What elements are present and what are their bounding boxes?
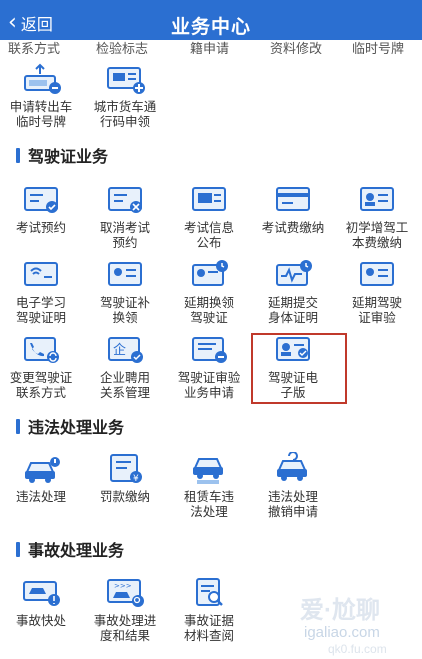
tile-label: 变更驾驶证 联系方式 <box>9 371 73 400</box>
id-card-icon <box>108 262 142 286</box>
section-title-text: 事故处理业务 <box>28 543 125 560</box>
car-revoke-icon <box>277 452 307 481</box>
contact-change-icon <box>24 337 59 363</box>
watermark: 爱·尬聊 igaliao.com qk0.fu.com <box>280 588 420 658</box>
svg-text:企: 企 <box>113 342 126 358</box>
page-title: 业务中心 <box>170 17 251 38</box>
tile-label: 事故处理进 度和结果 <box>93 614 157 643</box>
watermark-site: igaliao.com <box>304 624 380 641</box>
tile-label: 初学增驾工 本费缴纳 <box>345 221 409 250</box>
section-title-accident: 事故处理业务 <box>16 539 125 560</box>
id-card-clock-icon <box>192 260 228 286</box>
tile-label: 电子学习 驾驶证明 <box>15 296 66 325</box>
tile-label: 延期提交 身体证明 <box>267 296 318 325</box>
cut-label[interactable]: 籍申请 <box>190 40 229 54</box>
rental-car-icon <box>193 458 223 484</box>
section-bar <box>16 418 20 434</box>
fine-doc-icon: ¥ <box>110 454 142 484</box>
section-title-violation: 违法处理业务 <box>16 416 125 437</box>
tile-label: 事故证据 材料查阅 <box>183 614 234 643</box>
cancel-exam-icon <box>108 187 142 213</box>
tile-label: 违法处理 <box>15 490 66 504</box>
truck-pass-icon <box>107 67 145 94</box>
tile-label: 考试信息 公布 <box>183 221 234 250</box>
tile-label: 考试费缴纳 <box>261 221 325 235</box>
section-title-license: 驾驶证业务 <box>16 145 109 166</box>
tile-exam-fee[interactable]: 考试费缴纳 <box>252 183 334 255</box>
tile-defer-license-review[interactable]: 延期驾驶 证审验 <box>336 258 418 330</box>
tile-change-contact[interactable]: 变更驾驶证 联系方式 <box>0 333 82 405</box>
tile-label: 考试预约 <box>15 221 66 235</box>
car-icon <box>25 457 60 483</box>
tile-license-review-application[interactable]: 驾驶证审验 业务申请 <box>168 333 250 405</box>
section-bar <box>16 147 20 163</box>
tile-fine-payment[interactable]: ¥ 罚款缴纳 <box>84 452 166 524</box>
tile-label: 延期驾驶 证审验 <box>351 296 402 325</box>
tile-e-learning-license[interactable]: 电子学习 驾驶证明 <box>0 258 82 330</box>
tile-label: 城市货车通 行码申领 <box>93 100 157 129</box>
tile-label: 驾驶证电 子版 <box>267 371 318 400</box>
tile-label: 企业聘用 关系管理 <box>99 371 150 400</box>
tile-label: 事故快处 <box>15 614 66 628</box>
tile-exam-booking[interactable]: 考试预约 <box>0 183 82 255</box>
tile-quick-accident[interactable]: 事故快处 <box>0 576 82 648</box>
watermark-sub: qk0.fu.com <box>328 642 387 656</box>
tile-exam-info[interactable]: 考试信息 公布 <box>168 183 250 255</box>
fee-card-icon <box>276 187 310 211</box>
tile-label: 租赁车违 法处理 <box>183 490 234 519</box>
announcement-icon <box>192 187 226 211</box>
tile-rental-violation[interactable]: 租赁车违 法处理 <box>168 452 250 524</box>
cut-label[interactable]: 临时号牌 <box>352 40 404 54</box>
section-title-text: 违法处理业务 <box>28 420 125 437</box>
tile-apply-transfer-plate[interactable]: 申请转出车 临时号牌 <box>0 62 82 134</box>
tile-violation-revoke[interactable]: 违法处理 撤销申请 <box>252 452 334 524</box>
section-bar <box>16 541 20 557</box>
tile-label: 罚款缴纳 <box>99 490 150 504</box>
watermark-logo-text: 爱·尬聊 <box>300 597 380 624</box>
tile-label: 申请转出车 临时号牌 <box>9 100 73 129</box>
tile-electronic-license[interactable]: 驾驶证电 子版 <box>252 333 334 405</box>
tile-label: 取消考试 预约 <box>99 221 150 250</box>
tile-defer-health-cert[interactable]: 延期提交 身体证明 <box>252 258 334 330</box>
cut-off-row: 联系方式 检验标志 籍申请 资料修改 临时号牌 <box>0 40 422 54</box>
exam-booking-icon <box>24 187 58 213</box>
tile-defer-license-renewal[interactable]: 延期换领 驾驶证 <box>168 258 250 330</box>
svg-text:>>>: >>> <box>114 582 132 590</box>
progress-car-icon: >>> <box>107 579 144 607</box>
section-title-text: 驾驶证业务 <box>28 149 109 166</box>
tile-employment-management[interactable]: 企 企业聘用 关系管理 <box>84 333 166 405</box>
tile-license-reissue[interactable]: 驾驶证补 换领 <box>84 258 166 330</box>
svg-text:¥: ¥ <box>133 474 139 484</box>
accident-car-icon <box>23 581 60 606</box>
tile-label: 驾驶证补 换领 <box>99 296 150 325</box>
e-license-icon <box>24 262 58 286</box>
tile-label: 延期换领 驾驶证 <box>183 296 234 325</box>
cut-label[interactable]: 检验标志 <box>96 40 148 54</box>
tile-violation-handling[interactable]: 违法处理 <box>0 452 82 524</box>
review-doc-icon <box>192 337 227 363</box>
cut-label[interactable]: 资料修改 <box>270 40 322 54</box>
health-cert-icon <box>276 260 312 286</box>
id-card-icon <box>360 187 394 211</box>
e-license-card-icon <box>276 337 310 361</box>
tile-cancel-exam[interactable]: 取消考试 预约 <box>84 183 166 255</box>
tile-label: 驾驶证审验 业务申请 <box>177 371 241 400</box>
id-card-icon <box>360 262 394 286</box>
tile-city-truck-pass[interactable]: 城市货车通 行码申领 <box>84 62 166 134</box>
tile-accident-progress[interactable]: >>> 事故处理进 度和结果 <box>84 576 166 648</box>
tile-label: 违法处理 撤销申请 <box>267 490 318 519</box>
tile-evidence-review[interactable]: 事故证据 材料查阅 <box>168 576 250 648</box>
tile-learner-fee[interactable]: 初学增驾工 本费缴纳 <box>336 183 418 255</box>
enterprise-icon: 企 <box>108 337 143 363</box>
evidence-search-icon <box>196 578 223 606</box>
plate-upload-icon <box>24 63 61 94</box>
cut-label[interactable]: 联系方式 <box>8 40 60 54</box>
